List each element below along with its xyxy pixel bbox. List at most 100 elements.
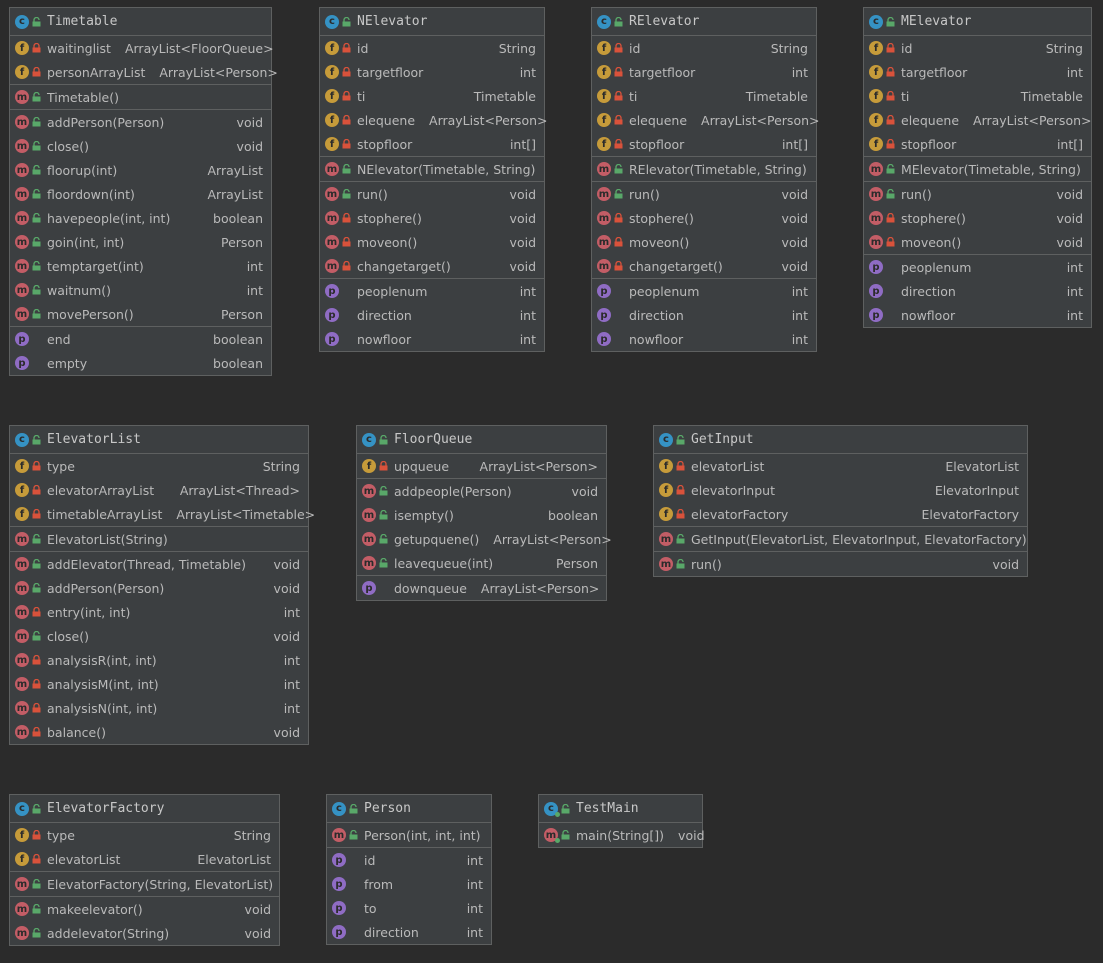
method-row[interactable]: m NElevator(Timetable, String) bbox=[320, 157, 544, 181]
method-row[interactable]: m main(String[]) void bbox=[539, 823, 705, 847]
property-row[interactable]: p direction int bbox=[864, 279, 1091, 303]
class-header[interactable]: c Person bbox=[327, 795, 491, 823]
class-elevatorlist[interactable]: c ElevatorList f type String f elevatorArrayLi… bbox=[9, 425, 315, 745]
property-row[interactable]: p nowfloor int bbox=[592, 327, 816, 351]
field-row[interactable]: f targetfloor int bbox=[592, 60, 816, 84]
field-row[interactable]: f timetableArrayList ArrayList<Timetable> bbox=[10, 502, 315, 526]
field-row[interactable]: f stopfloor int[] bbox=[320, 132, 544, 156]
method-row[interactable]: m ElevatorList(String) bbox=[10, 527, 308, 551]
method-row[interactable]: m addpeople(Person) void bbox=[357, 479, 606, 503]
method-row[interactable]: m stophere() void bbox=[320, 206, 544, 230]
class-elevatorfactory[interactable]: c ElevatorFactory f type String f elevatorList… bbox=[9, 794, 280, 946]
method-row[interactable]: m entry(int, int) int bbox=[10, 600, 308, 624]
method-row[interactable]: m Timetable() bbox=[10, 85, 271, 109]
method-row[interactable]: m floordown(int) ArrayList bbox=[10, 182, 271, 206]
property-row[interactable]: p direction int bbox=[327, 920, 491, 944]
method-row[interactable]: m GetInput(ElevatorList, ElevatorInput, E… bbox=[654, 527, 1027, 551]
property-row[interactable]: p direction int bbox=[592, 303, 816, 327]
field-row[interactable]: f personArrayList ArrayList<Person> bbox=[10, 60, 278, 84]
class-header[interactable]: c MElevator bbox=[864, 8, 1091, 36]
field-row[interactable]: f elequene ArrayList<Person> bbox=[592, 108, 820, 132]
field-row[interactable]: f elevatorInput ElevatorInput bbox=[654, 478, 1027, 502]
property-row[interactable]: p from int bbox=[327, 872, 491, 896]
field-row[interactable]: f targetfloor int bbox=[864, 60, 1091, 84]
class-header[interactable]: c Timetable bbox=[10, 8, 271, 36]
method-row[interactable]: m getupquene() ArrayList<Person> bbox=[357, 527, 612, 551]
method-row[interactable]: m leavequeue(int) Person bbox=[357, 551, 606, 575]
method-row[interactable]: m stophere() void bbox=[864, 206, 1091, 230]
class-header[interactable]: c FloorQueue bbox=[357, 426, 606, 454]
method-row[interactable]: m moveon() void bbox=[320, 230, 544, 254]
field-row[interactable]: f stopfloor int[] bbox=[592, 132, 816, 156]
class-floorqueue[interactable]: c FloorQueue f upqueue ArrayList<Person> m add… bbox=[356, 425, 612, 601]
method-row[interactable]: m run() void bbox=[592, 182, 816, 206]
class-testmain[interactable]: c TestMain m main(String[]) void bbox=[538, 794, 705, 848]
class-getinput[interactable]: c GetInput f elevatorList ElevatorList f eleva… bbox=[653, 425, 1028, 577]
property-row[interactable]: p peoplenum int bbox=[864, 255, 1091, 279]
class-header[interactable]: c GetInput bbox=[654, 426, 1027, 454]
field-row[interactable]: f id String bbox=[592, 36, 816, 60]
field-row[interactable]: f elevatorList ElevatorList bbox=[10, 847, 279, 871]
method-row[interactable]: m addPerson(Person) void bbox=[10, 576, 308, 600]
property-row[interactable]: p direction int bbox=[320, 303, 544, 327]
method-row[interactable]: m run() void bbox=[654, 552, 1027, 576]
class-timetable[interactable]: c Timetable f waitinglist ArrayList<FloorQue… bbox=[9, 7, 278, 376]
method-row[interactable]: m run() void bbox=[864, 182, 1091, 206]
field-row[interactable]: f elevatorFactory ElevatorFactory bbox=[654, 502, 1027, 526]
method-row[interactable]: m stophere() void bbox=[592, 206, 816, 230]
field-row[interactable]: f waitinglist ArrayList<FloorQueue> bbox=[10, 36, 274, 60]
field-row[interactable]: f type String bbox=[10, 823, 279, 847]
method-row[interactable]: m changetarget() void bbox=[592, 254, 816, 278]
method-row[interactable]: m movePerson() Person bbox=[10, 302, 271, 326]
class-nelevator[interactable]: c NElevator f id String f targetfloor int f ti Tim… bbox=[319, 7, 548, 352]
method-row[interactable]: m Person(int, int, int) bbox=[327, 823, 491, 847]
field-row[interactable]: f type String bbox=[10, 454, 308, 478]
field-row[interactable]: f ti Timetable bbox=[864, 84, 1091, 108]
property-row[interactable]: p to int bbox=[327, 896, 491, 920]
field-row[interactable]: f id String bbox=[864, 36, 1091, 60]
property-row[interactable]: p end boolean bbox=[10, 327, 271, 351]
field-row[interactable]: f targetfloor int bbox=[320, 60, 544, 84]
method-row[interactable]: m balance() void bbox=[10, 720, 308, 744]
method-row[interactable]: m moveon() void bbox=[592, 230, 816, 254]
method-row[interactable]: m makeelevator() void bbox=[10, 897, 279, 921]
class-person[interactable]: c Person m Person(int, int, int) p id int p from… bbox=[326, 794, 492, 945]
method-row[interactable]: m isempty() boolean bbox=[357, 503, 606, 527]
class-header[interactable]: c RElevator bbox=[592, 8, 816, 36]
method-row[interactable]: m temptarget(int) int bbox=[10, 254, 271, 278]
method-row[interactable]: m RElevator(Timetable, String) bbox=[592, 157, 816, 181]
field-row[interactable]: f ti Timetable bbox=[592, 84, 816, 108]
method-row[interactable]: m addPerson(Person) void bbox=[10, 110, 271, 134]
method-row[interactable]: m analysisN(int, int) int bbox=[10, 696, 308, 720]
method-row[interactable]: m analysisM(int, int) int bbox=[10, 672, 308, 696]
method-row[interactable]: m MElevator(Timetable, String) bbox=[864, 157, 1091, 181]
property-row[interactable]: p nowfloor int bbox=[864, 303, 1091, 327]
class-melevator[interactable]: c MElevator f id String f targetfloor int f ti Tim… bbox=[863, 7, 1092, 328]
method-row[interactable]: m waitnum() int bbox=[10, 278, 271, 302]
property-row[interactable]: p empty boolean bbox=[10, 351, 271, 375]
field-row[interactable]: f elevatorList ElevatorList bbox=[654, 454, 1027, 478]
property-row[interactable]: p downqueue ArrayList<Person> bbox=[357, 576, 606, 600]
method-row[interactable]: m addElevator(Thread, Timetable) void bbox=[10, 552, 308, 576]
field-row[interactable]: f ti Timetable bbox=[320, 84, 544, 108]
class-header[interactable]: c NElevator bbox=[320, 8, 544, 36]
method-row[interactable]: m ElevatorFactory(String, ElevatorList) bbox=[10, 872, 279, 896]
class-header[interactable]: c TestMain bbox=[539, 795, 702, 823]
method-row[interactable]: m moveon() void bbox=[864, 230, 1091, 254]
field-row[interactable]: f elequene ArrayList<Person> bbox=[864, 108, 1092, 132]
property-row[interactable]: p id int bbox=[327, 848, 491, 872]
method-row[interactable]: m havepeople(int, int) boolean bbox=[10, 206, 271, 230]
class-header[interactable]: c ElevatorFactory bbox=[10, 795, 279, 823]
method-row[interactable]: m close() void bbox=[10, 134, 271, 158]
property-row[interactable]: p nowfloor int bbox=[320, 327, 544, 351]
field-row[interactable]: f stopfloor int[] bbox=[864, 132, 1091, 156]
method-row[interactable]: m analysisR(int, int) int bbox=[10, 648, 308, 672]
method-row[interactable]: m close() void bbox=[10, 624, 308, 648]
property-row[interactable]: p peoplenum int bbox=[320, 279, 544, 303]
class-header[interactable]: c ElevatorList bbox=[10, 426, 308, 454]
property-row[interactable]: p peoplenum int bbox=[592, 279, 816, 303]
method-row[interactable]: m changetarget() void bbox=[320, 254, 544, 278]
method-row[interactable]: m floorup(int) ArrayList bbox=[10, 158, 271, 182]
method-row[interactable]: m goin(int, int) Person bbox=[10, 230, 271, 254]
class-relevator[interactable]: c RElevator f id String f targetfloor int f ti Tim… bbox=[591, 7, 820, 352]
